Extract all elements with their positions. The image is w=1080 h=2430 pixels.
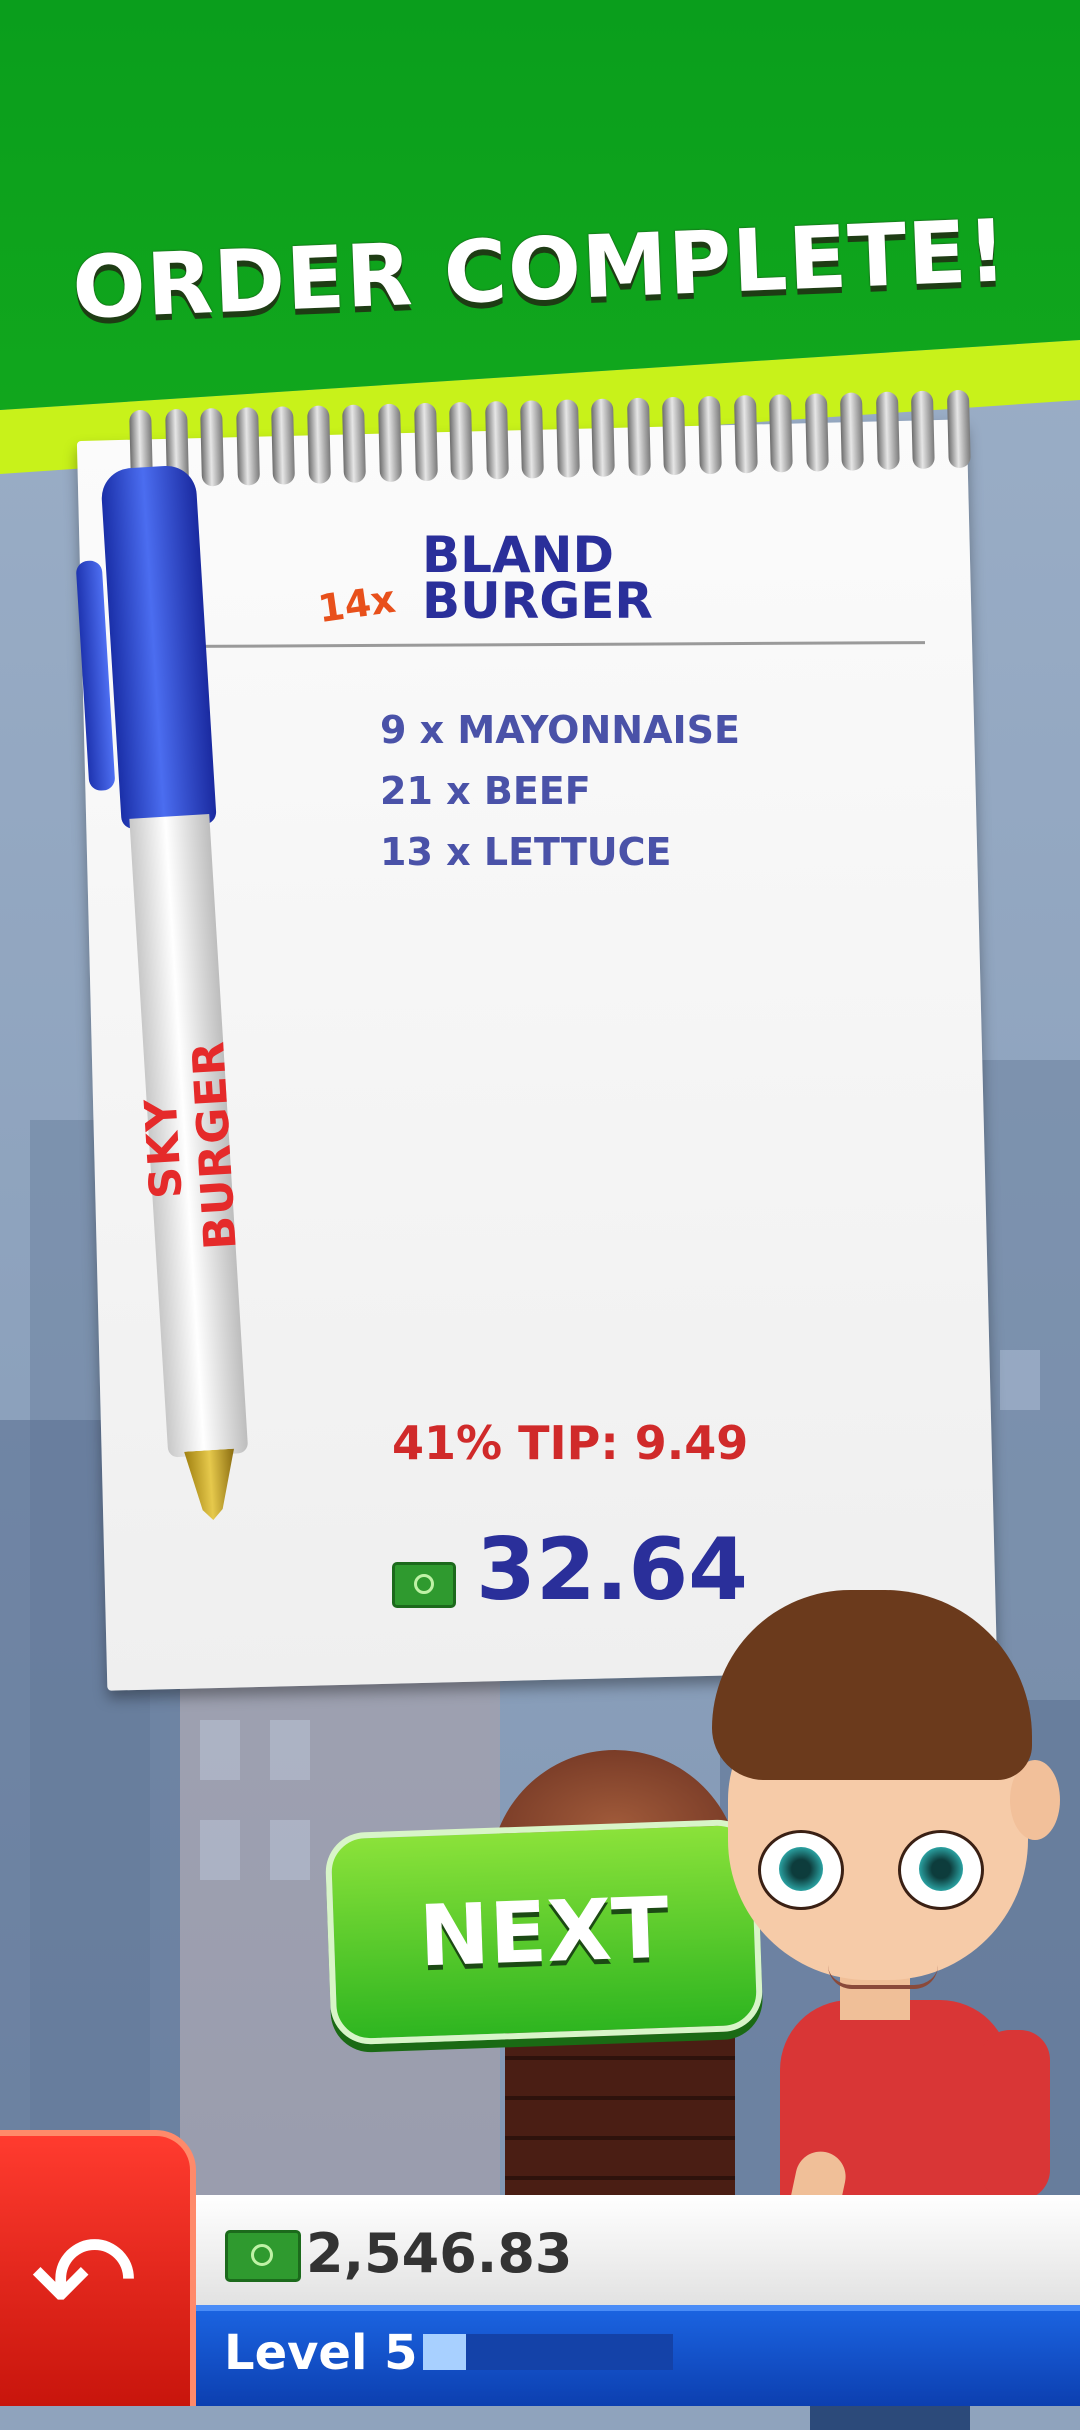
ingredient-list: 9 x MAYONNAISE 21 x BEEF 13 x LETTUCE: [380, 700, 740, 883]
character-arm: [980, 2030, 1050, 2200]
window: [270, 1820, 310, 1880]
back-arrow-icon: ↶: [30, 2205, 139, 2357]
money-balance: 2,546.83: [306, 2222, 573, 2285]
ingredient-item: 13 x LETTUCE: [380, 830, 672, 874]
order-name: BLAND BURGER: [422, 526, 653, 630]
cash-icon: [392, 1562, 456, 1608]
ingredient-item: 9 x MAYONNAISE: [380, 708, 740, 752]
next-button[interactable]: NEXT: [324, 1818, 764, 2046]
level-progress-fill: [423, 2334, 466, 2370]
pen-tip: [184, 1449, 238, 1522]
character-hair: [712, 1590, 1032, 1780]
ingredient-item: 21 x BEEF: [380, 769, 591, 813]
character-eye: [758, 1830, 844, 1910]
back-button[interactable]: ↶: [0, 2130, 196, 2406]
window: [200, 1720, 240, 1780]
character-eye: [898, 1830, 984, 1910]
cash-icon: [225, 2230, 301, 2282]
window: [270, 1720, 310, 1780]
pen-brand-label: SKY BURGER: [135, 1039, 247, 1252]
window: [200, 1820, 240, 1880]
window: [1000, 1350, 1040, 1410]
level-progress-bar: [423, 2334, 673, 2370]
tip-amount: 41% TIP: 9.49: [392, 1416, 749, 1470]
character-mouth: [828, 1965, 938, 1989]
level-label: Level 5: [224, 2325, 418, 2381]
